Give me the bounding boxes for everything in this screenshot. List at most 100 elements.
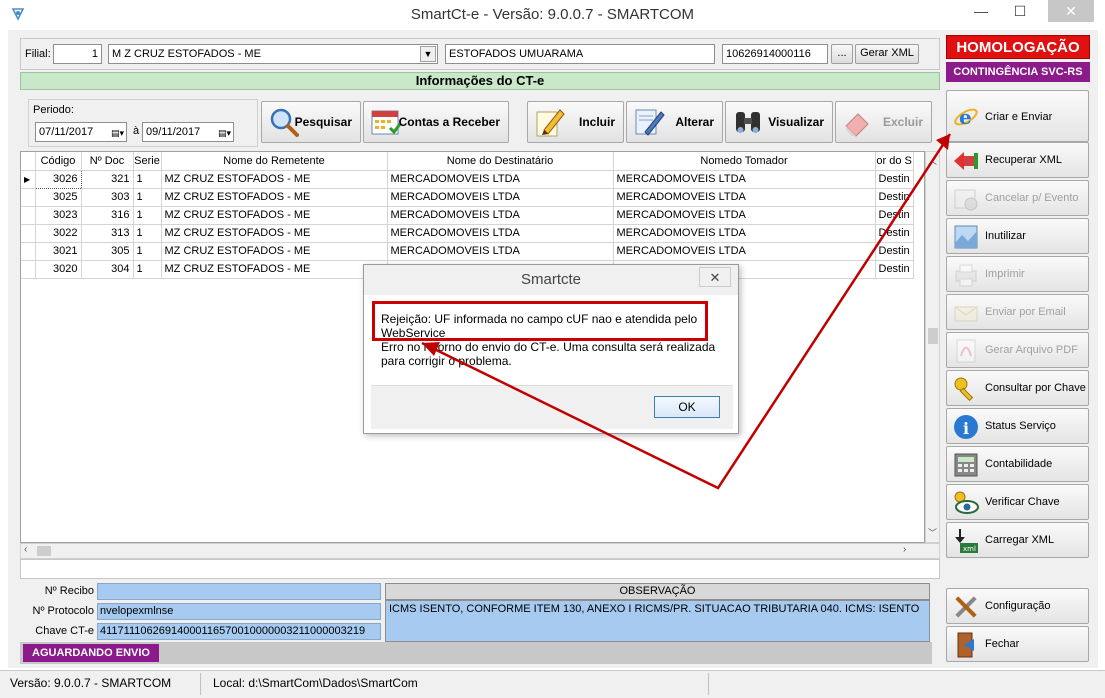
configuracao-button[interactable]: Configuração [946, 588, 1089, 624]
cell-remetente[interactable]: MZ CRUZ ESTOFADOS - ME [161, 242, 388, 261]
fantasia-input[interactable]: ESTOFADOS UMUARAMA [445, 44, 715, 64]
row-indicator[interactable] [21, 206, 36, 225]
cell-extra[interactable]: Destin [875, 188, 914, 207]
cell-extra[interactable]: Destin [875, 170, 914, 189]
cell-remetente[interactable]: MZ CRUZ ESTOFADOS - ME [161, 188, 388, 207]
cell-tomador[interactable]: MERCADOMOVEIS LTDA [613, 224, 876, 243]
contabilidade-button[interactable]: Contabilidade [946, 446, 1089, 482]
status-servico-button[interactable]: i Status Serviço [946, 408, 1089, 444]
cell-extra[interactable]: Destin [875, 242, 914, 261]
visualizar-button[interactable]: Visualizar [725, 101, 833, 143]
cell-serie[interactable]: 1 [133, 206, 162, 225]
cell-extra[interactable]: Destin [875, 260, 914, 279]
grid-vertical-scrollbar[interactable]: ︿ ﹀ [925, 151, 940, 543]
protocolo-field[interactable]: nvelopexmlnse [97, 603, 381, 620]
cancelar-p-evento-button[interactable]: Cancelar p/ Evento [946, 180, 1089, 216]
cell-extra[interactable]: Destin [875, 206, 914, 225]
cell-serie[interactable]: 1 [133, 188, 162, 207]
table-row[interactable]: 3023 316 1 MZ CRUZ ESTOFADOS - ME MERCADOMOV… [21, 206, 914, 225]
col-tomador[interactable]: Nomedo Tomador [613, 152, 876, 171]
grid-horizontal-scrollbar[interactable]: ‹ › [20, 543, 940, 559]
calendar-dropdown-icon[interactable]: ▤▾ [111, 124, 124, 142]
incluir-button[interactable]: Incluir [527, 101, 624, 143]
col-serie[interactable]: Serie [133, 152, 162, 171]
cell-extra[interactable]: Destin [875, 224, 914, 243]
col-ndoc[interactable]: Nº Doc [81, 152, 134, 171]
observacao-field[interactable]: ICMS ISENTO, CONFORME ITEM 130, ANEXO I … [385, 600, 930, 642]
table-row[interactable]: 3025 303 1 MZ CRUZ ESTOFADOS - ME MERCADOMOV… [21, 188, 914, 207]
table-row[interactable]: 3022 313 1 MZ CRUZ ESTOFADOS - ME MERCADOMOV… [21, 224, 914, 243]
cell-destinatario[interactable]: MERCADOMOVEIS LTDA [387, 206, 614, 225]
cell-serie[interactable]: 1 [133, 224, 162, 243]
scroll-thumb[interactable] [928, 328, 938, 344]
chevron-down-icon[interactable]: ▼ [420, 46, 436, 62]
cell-ndoc[interactable]: 304 [81, 260, 134, 279]
cell-codigo[interactable]: 3026 [34, 169, 82, 189]
table-row[interactable]: 3021 305 1 MZ CRUZ ESTOFADOS - ME MERCADOMOV… [21, 242, 914, 261]
cell-tomador[interactable]: MERCADOMOVEIS LTDA [613, 170, 876, 189]
contas-receber-button[interactable]: Contas a Receber [363, 101, 509, 143]
dialog-close-icon[interactable]: ✕ [699, 267, 731, 287]
alterar-button[interactable]: Alterar [626, 101, 723, 143]
enviar-por-email-button[interactable]: Enviar por Email [946, 294, 1089, 330]
cell-destinatario[interactable]: MERCADOMOVEIS LTDA [387, 170, 614, 189]
date-to-input[interactable]: 09/11/2017 ▤▾ [142, 122, 234, 142]
cell-codigo[interactable]: 3020 [35, 260, 82, 279]
imprimir-button[interactable]: Imprimir [946, 256, 1089, 292]
filial-code-input[interactable]: 1 [53, 44, 102, 64]
scroll-thumb[interactable] [37, 546, 51, 556]
scroll-up-icon[interactable]: ︿ [928, 154, 937, 167]
cnpj-input[interactable]: 10626914000116 [722, 44, 828, 64]
row-indicator[interactable] [21, 188, 36, 207]
fechar-button[interactable]: Fechar [946, 626, 1089, 662]
cell-remetente[interactable]: MZ CRUZ ESTOFADOS - ME [161, 260, 388, 279]
cell-ndoc[interactable]: 305 [81, 242, 134, 261]
cell-remetente[interactable]: MZ CRUZ ESTOFADOS - ME [161, 170, 388, 189]
cell-tomador[interactable]: MERCADOMOVEIS LTDA [613, 188, 876, 207]
cell-remetente[interactable]: MZ CRUZ ESTOFADOS - ME [161, 224, 388, 243]
gerar-arquivo-pdf-button[interactable]: Gerar Arquivo PDF [946, 332, 1089, 368]
cell-codigo[interactable]: 3023 [35, 206, 82, 225]
cell-codigo[interactable]: 3022 [35, 224, 82, 243]
maximize-icon[interactable]: ☐ [1005, 0, 1035, 22]
browse-button[interactable]: ... [831, 44, 853, 64]
close-icon[interactable]: ✕ [1048, 0, 1094, 22]
cell-ndoc[interactable]: 313 [81, 224, 134, 243]
ok-button[interactable]: OK [654, 396, 720, 418]
carregar-xml-button[interactable]: xml Carregar XML [946, 522, 1089, 558]
pesquisar-button[interactable]: Pesquisar [261, 101, 361, 143]
cell-codigo[interactable]: 3025 [35, 188, 82, 207]
cell-codigo[interactable]: 3021 [35, 242, 82, 261]
minimize-icon[interactable]: — [966, 0, 996, 22]
criar-e-enviar-button[interactable]: e Criar e Enviar [946, 90, 1089, 142]
cell-serie[interactable]: 1 [133, 242, 162, 261]
cell-tomador[interactable]: MERCADOMOVEIS LTDA [613, 206, 876, 225]
row-indicator[interactable] [21, 224, 36, 243]
col-destinatario[interactable]: Nome do Destinatário [387, 152, 614, 171]
excluir-button[interactable]: Excluir [835, 101, 932, 143]
date-from-input[interactable]: 07/11/2017 ▤▾ [35, 122, 127, 142]
cell-serie[interactable]: 1 [133, 170, 162, 189]
col-remetente[interactable]: Nome do Remetente [161, 152, 388, 171]
verificar-chave-button[interactable]: Verificar Chave [946, 484, 1089, 520]
inutilizar-button[interactable]: Inutilizar [946, 218, 1089, 254]
table-row[interactable]: ▶ 3026 321 1 MZ CRUZ ESTOFADOS - ME MERCADOMO… [21, 169, 914, 189]
col-codigo[interactable]: Código [35, 152, 82, 171]
consultar-por-chave-button[interactable]: Consultar por Chave [946, 370, 1089, 406]
filial-name-select[interactable]: M Z CRUZ ESTOFADOS - ME ▼ [108, 44, 438, 64]
row-indicator[interactable] [21, 242, 36, 261]
cell-destinatario[interactable]: MERCADOMOVEIS LTDA [387, 242, 614, 261]
row-indicator[interactable] [21, 260, 36, 279]
cell-ndoc[interactable]: 321 [81, 170, 134, 189]
recibo-field[interactable] [97, 583, 381, 600]
cell-tomador[interactable]: MERCADOMOVEIS LTDA [613, 242, 876, 261]
gerar-xml-button[interactable]: Gerar XML [855, 44, 919, 64]
recuperar-xml-button[interactable]: Recuperar XML [946, 142, 1089, 178]
chave-field[interactable]: 4117111062691400011657001000000321100000… [97, 623, 381, 640]
cell-destinatario[interactable]: MERCADOMOVEIS LTDA [387, 188, 614, 207]
scroll-left-icon[interactable]: ‹ [24, 544, 27, 555]
cell-ndoc[interactable]: 303 [81, 188, 134, 207]
cell-serie[interactable]: 1 [133, 260, 162, 279]
cell-ndoc[interactable]: 316 [81, 206, 134, 225]
calendar-dropdown-icon[interactable]: ▤▾ [218, 124, 231, 142]
